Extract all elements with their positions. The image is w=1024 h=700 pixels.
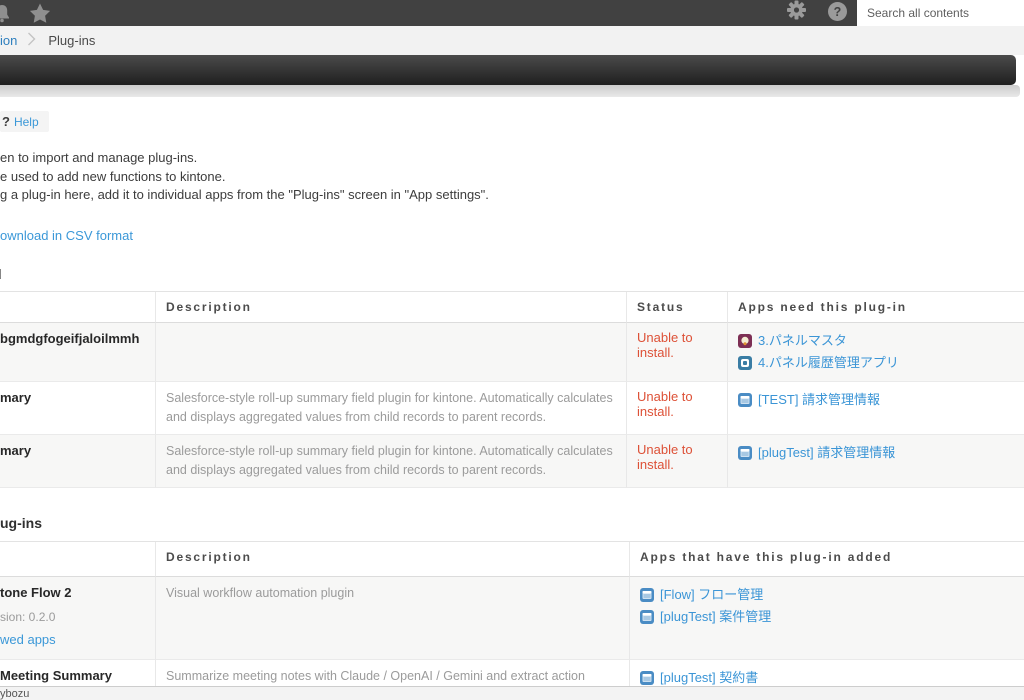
app-icon-lamp (738, 333, 752, 348)
table1-header-row: Description Status Apps need this plug-i… (0, 291, 1024, 323)
section2-heading: ug-ins (0, 514, 42, 531)
table2-col-name (0, 541, 156, 577)
intro-line-1: en to import and manage plug-ins. (0, 150, 198, 165)
star-icon[interactable] (28, 2, 52, 24)
page-header-bar (0, 55, 1016, 85)
gear-icon[interactable] (786, 0, 807, 22)
help-circle-icon[interactable]: ? (827, 1, 848, 22)
footer: ybozu (0, 686, 1024, 700)
table2-col-apps: Apps that have this plug-in added (630, 542, 1024, 577)
app-link[interactable]: [plugTest] 案件管理 (640, 606, 1012, 628)
app-link[interactable]: [Flow] フロー管理 (640, 584, 1012, 606)
app-link-label: [Flow] フロー管理 (660, 586, 764, 602)
plugin-name: bgmdgfogeifjaloilmmh (0, 330, 140, 346)
app-icon-table (640, 587, 654, 602)
not-installed-plugins-table: Description Status Apps need this plug-i… (0, 290, 1024, 488)
table1-col-status: Status (627, 291, 728, 323)
download-csv-link[interactable]: ownload in CSV format (0, 228, 133, 243)
app-link[interactable]: [TEST] 請求管理情報 (738, 389, 1012, 411)
table-row: bgmdgfogeifjaloilmmh Unable to install. … (0, 322, 1024, 382)
installed-plugins-table: Description Apps that have this plug-in … (0, 540, 1024, 700)
header-shadow-strip (0, 85, 1020, 97)
bell-icon[interactable] (0, 2, 13, 24)
app-link-label: [plugTest] 請求管理情報 (758, 444, 896, 460)
table1-col-description: Description (156, 291, 627, 323)
status-badge: Unable to install. (637, 388, 693, 419)
app-icon-table (640, 670, 654, 685)
question-icon: ? (2, 114, 10, 129)
app-icon-square (738, 355, 752, 370)
app-link[interactable]: [plugTest] 請求管理情報 (738, 442, 1012, 464)
table1-col-apps: Apps need this plug-in (728, 292, 1024, 323)
global-search (857, 0, 1024, 26)
table2-header-row: Description Apps that have this plug-in … (0, 541, 1024, 577)
plugin-name: mary (0, 442, 32, 458)
status-badge: Unable to install. (637, 329, 693, 360)
app-link-label: [plugTest] 案件管理 (660, 608, 772, 624)
breadcrumb-parent-link[interactable]: ion (0, 33, 17, 48)
allowed-apps-link[interactable]: wed apps (0, 632, 143, 647)
app-icon-table (738, 392, 752, 407)
help-link[interactable]: ? Help (0, 111, 49, 132)
table1-col-name (0, 291, 156, 323)
breadcrumb: ion Plug-ins (0, 26, 1024, 55)
app-link[interactable]: 4.パネル履歴管理アプリ (738, 352, 1012, 374)
app-icon-table (640, 609, 654, 624)
plugin-description (156, 322, 627, 382)
top-bar: ? (0, 0, 1024, 26)
app-link-label: 3.パネルマスタ (758, 332, 847, 348)
status-badge: Unable to install. (637, 441, 693, 472)
table2-col-description: Description (156, 541, 630, 577)
plugin-description: Visual workflow automation plugin (156, 576, 630, 660)
svg-text:?: ? (834, 5, 842, 19)
plugin-name: mary (0, 389, 32, 405)
intro-line-3: g a plug-in here, add it to individual a… (0, 187, 489, 202)
app-link-label: 4.パネル履歴管理アプリ (758, 354, 899, 370)
plugin-description: Salesforce-style roll-up summary field p… (156, 381, 627, 435)
main-content: ? Help en to import and manage plug-ins.… (0, 97, 1024, 700)
intro-line-2: e used to add new functions to kintone. (0, 168, 226, 184)
section1-heading: d (0, 266, 1024, 282)
plugin-version: sion: 0.2.0 (0, 609, 56, 624)
app-link-label: [TEST] 請求管理情報 (758, 391, 881, 407)
chevron-right-icon (27, 32, 36, 49)
help-label: Help (13, 114, 39, 129)
table-row: tone Flow 2 sion: 0.2.0 wed apps Visual … (0, 576, 1024, 660)
intro-text: en to import and manage plug-ins. e used… (0, 149, 1024, 205)
table-row: mary Salesforce-style roll-up summary fi… (0, 381, 1024, 435)
breadcrumb-current: Plug-ins (48, 33, 96, 48)
app-icon-table (738, 445, 752, 460)
search-input[interactable] (857, 0, 1024, 26)
app-link[interactable]: 3.パネルマスタ (738, 330, 1012, 352)
table-row: mary Salesforce-style roll-up summary fi… (0, 434, 1024, 488)
plugin-name: tone Flow 2 (0, 584, 72, 600)
plugin-description: Salesforce-style roll-up summary field p… (156, 434, 627, 488)
plugins-admin-screen: ? ion Plug-ins ? Help en to import and m… (0, 0, 1024, 700)
footer-brand: ybozu (0, 687, 30, 700)
